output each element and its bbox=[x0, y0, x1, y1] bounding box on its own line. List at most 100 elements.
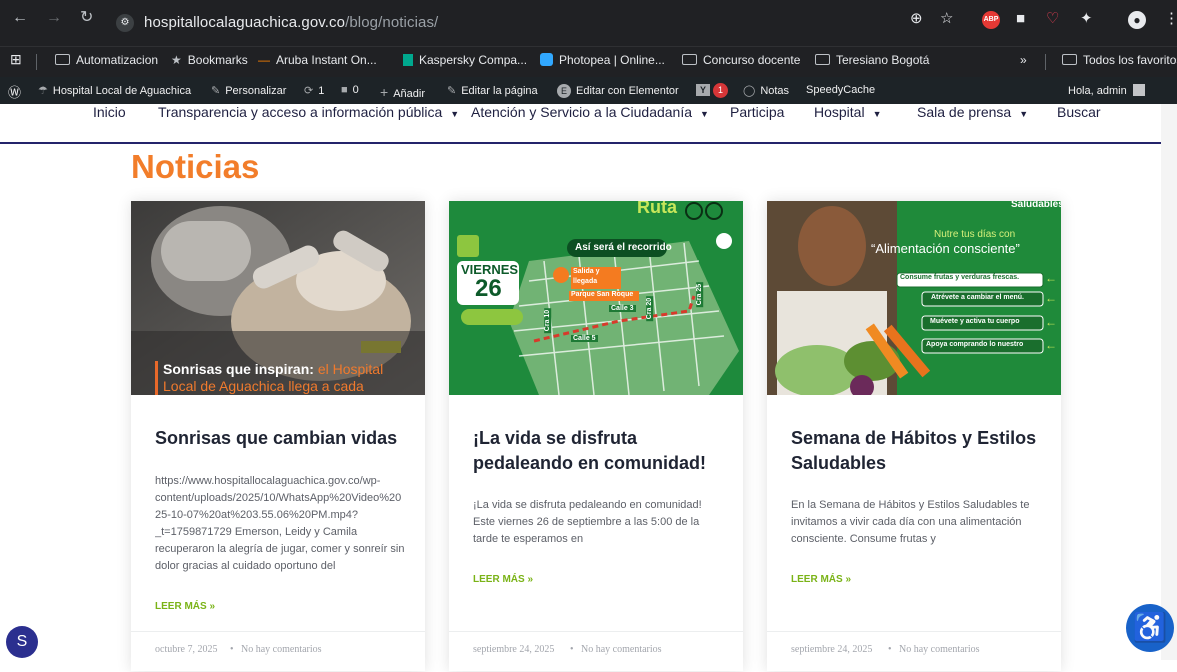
poster-line2: “Alimentación consciente” bbox=[871, 241, 1020, 256]
street-label: Cra 25 bbox=[696, 281, 704, 308]
poster-start-place: Parque San Roque bbox=[571, 291, 634, 298]
dashboard-icon: ☂ bbox=[38, 85, 48, 97]
bookmark-concurso-docente[interactable]: Concurso docente bbox=[682, 53, 800, 67]
nav-inicio[interactable]: Inicio bbox=[93, 104, 126, 120]
wp-edit-elementor[interactable]: E Editar con Elementor bbox=[557, 84, 679, 98]
nav-participa[interactable]: Participa bbox=[730, 104, 784, 120]
thumbnail-caption: Sonrisas que inspiran: el Hospital Local… bbox=[155, 361, 413, 395]
extension-icon[interactable]: ■ bbox=[1016, 11, 1025, 27]
post-date: octubre 7, 2025 bbox=[155, 644, 218, 655]
photopea-icon bbox=[540, 53, 553, 66]
nav-label: Hospital bbox=[814, 104, 865, 120]
wp-site-name[interactable]: ☂ Hospital Local de Aguachica bbox=[38, 84, 191, 97]
post-excerpt: En la Semana de Hábitos y Estilos Saluda… bbox=[791, 499, 1030, 545]
read-more-link[interactable]: LEER MÁS » bbox=[473, 574, 533, 585]
bookmark-label: Teresiano Bogotá bbox=[836, 53, 930, 67]
bookmark-bookmarks[interactable]: ★ Bookmarks bbox=[171, 53, 248, 67]
post-title[interactable]: Semana de Hábitos y Estilos Saludables bbox=[791, 426, 1041, 476]
bookmarks-bar: ⊞ Automatizacion ★ Bookmarks — Aruba Insta… bbox=[0, 46, 1177, 77]
bookmarks-overflow-icon[interactable]: » bbox=[1020, 53, 1027, 67]
post-thumbnail[interactable]: Sonrisas que inspiran: el Hospital Local… bbox=[131, 201, 425, 395]
street-label: Cra 10 bbox=[544, 307, 552, 334]
site-main-nav: Inicio Transparencia y acceso a informac… bbox=[0, 104, 1177, 144]
reload-icon[interactable]: ↻ bbox=[80, 10, 93, 26]
arrow-left-icon: ← bbox=[1045, 315, 1057, 329]
profile-avatar-icon[interactable]: ● bbox=[1128, 11, 1146, 29]
poster-day-number: 26 bbox=[475, 275, 502, 302]
plus-icon: + bbox=[380, 84, 389, 100]
meta-separator: • bbox=[230, 644, 234, 655]
forward-icon[interactable]: → bbox=[46, 10, 62, 26]
bookmark-aruba[interactable]: — Aruba Instant On... bbox=[258, 53, 377, 67]
bookmark-photopea[interactable]: Photopea | Online... bbox=[540, 53, 665, 67]
notes-icon: ◯ bbox=[743, 85, 756, 97]
bookmark-teresiano[interactable]: Teresiano Bogotá bbox=[815, 53, 929, 67]
adblock-extension-icon[interactable]: ABP bbox=[982, 11, 1000, 29]
read-more-link[interactable]: LEER MÁS » bbox=[155, 601, 215, 612]
poster-tip: Atrévete a cambiar el menú. bbox=[931, 294, 1024, 301]
arrow-left-icon: ← bbox=[1045, 291, 1057, 305]
bookmark-star-icon[interactable]: ☆ bbox=[940, 11, 953, 27]
post-comments[interactable]: No hay comentarios bbox=[899, 644, 980, 655]
post-excerpt: ¡La vida se disfruta pedaleando en comun… bbox=[473, 499, 702, 545]
extensions-puzzle-icon[interactable]: ✦ bbox=[1080, 11, 1093, 27]
address-bar[interactable]: ⚙ hospitallocalaguachica.gov.co/blog/not… bbox=[108, 8, 978, 38]
bookmark-automatizacion[interactable]: Automatizacion bbox=[55, 53, 158, 67]
nav-label: Sala de prensa bbox=[917, 104, 1012, 120]
bookmarks-divider bbox=[1045, 54, 1046, 70]
wp-notes-label: Notas bbox=[760, 85, 790, 97]
poster-tip: Apoya comprando lo nuestro bbox=[926, 341, 1024, 348]
post-comments[interactable]: No hay comentarios bbox=[581, 644, 662, 655]
wp-edit-page[interactable]: ✎ Editar la página bbox=[447, 84, 538, 97]
poster-brand: Ruta bbox=[637, 201, 677, 217]
updates-icon: ⟳ bbox=[304, 85, 314, 97]
wp-updates[interactable]: ⟳ 1 bbox=[304, 84, 324, 97]
wp-greeting-label: Hola, admin bbox=[1068, 85, 1127, 97]
nav-buscar[interactable]: Buscar bbox=[1057, 104, 1101, 120]
wp-admin-bar: Ⓦ ☂ Hospital Local de Aguachica ✎ Personal… bbox=[0, 77, 1177, 104]
nav-transparencia[interactable]: Transparencia y acceso a información púb… bbox=[158, 104, 459, 120]
post-thumbnail[interactable]: Ruta Así será el recorrido VIERNES 26 Sa… bbox=[449, 201, 743, 395]
nav-hospital[interactable]: Hospital ▼ bbox=[814, 104, 882, 120]
wp-customize[interactable]: ✎ Personalizar bbox=[211, 84, 286, 97]
poster-tip: Muévete y activa tu cuerpo bbox=[930, 318, 1020, 325]
bookmark-label: Aruba Instant On... bbox=[276, 53, 377, 67]
url-domain: hospitallocalaguachica.gov.co bbox=[144, 14, 346, 31]
wordpress-logo-icon[interactable]: Ⓦ bbox=[8, 82, 21, 101]
arrow-left-icon: ← bbox=[1045, 271, 1057, 285]
post-card: Saludables Nutre tus días con “Alimentac… bbox=[767, 201, 1061, 671]
page-scroll-edge bbox=[1161, 104, 1177, 660]
wp-customize-label: Personalizar bbox=[225, 85, 287, 97]
browser-menu-icon[interactable]: ⋮ bbox=[1164, 11, 1177, 27]
wp-notes[interactable]: ◯ Notas bbox=[743, 84, 789, 97]
accessibility-icon: ♿ bbox=[1132, 612, 1168, 643]
site-info-icon[interactable]: ⚙ bbox=[116, 14, 134, 32]
apps-grid-icon[interactable]: ⊞ bbox=[10, 51, 22, 68]
bookmark-all-favorites[interactable]: Todos los favoritos bbox=[1062, 53, 1177, 67]
nav-atencion[interactable]: Atención y Servicio a la Ciudadanía ▼ bbox=[471, 104, 709, 120]
bookmark-kaspersky[interactable]: Kaspersky Compa... bbox=[403, 53, 527, 67]
comment-icon: ■ bbox=[341, 84, 348, 96]
wp-add-new[interactable]: + Añadir bbox=[380, 84, 425, 100]
post-meta: septiembre 24, 2025 • No hay comentarios bbox=[449, 631, 743, 672]
site-badge-logo-icon[interactable]: S bbox=[6, 626, 38, 658]
zoom-icon[interactable]: ⊕ bbox=[910, 11, 923, 27]
wp-comments[interactable]: ■ 0 bbox=[341, 84, 359, 96]
wp-yoast[interactable]: Y1 bbox=[696, 83, 728, 98]
url-text[interactable]: hospitallocalaguachica.gov.co/blog/notic… bbox=[144, 14, 438, 31]
read-more-link[interactable]: LEER MÁS » bbox=[791, 574, 851, 585]
brush-icon: ✎ bbox=[211, 85, 221, 97]
back-icon[interactable]: ← bbox=[12, 10, 28, 26]
post-comments[interactable]: No hay comentarios bbox=[241, 644, 322, 655]
nav-sala-de-prensa[interactable]: Sala de prensa ▼ bbox=[917, 104, 1028, 120]
wp-greeting[interactable]: Hola, admin bbox=[1068, 84, 1145, 97]
kaspersky-icon bbox=[403, 54, 413, 66]
post-title[interactable]: ¡La vida se disfruta pedaleando en comun… bbox=[473, 426, 723, 476]
pocket-extension-icon[interactable]: ♡ bbox=[1046, 11, 1059, 27]
post-thumbnail[interactable]: Saludables Nutre tus días con “Alimentac… bbox=[767, 201, 1061, 395]
post-title[interactable]: Sonrisas que cambian vidas bbox=[155, 426, 405, 451]
wp-speedycache[interactable]: SpeedyCache bbox=[806, 84, 875, 96]
poster-line1: Nutre tus días con bbox=[934, 229, 1016, 240]
accessibility-button[interactable]: ♿ bbox=[1126, 604, 1174, 652]
yoast-icon: Y bbox=[696, 84, 710, 96]
